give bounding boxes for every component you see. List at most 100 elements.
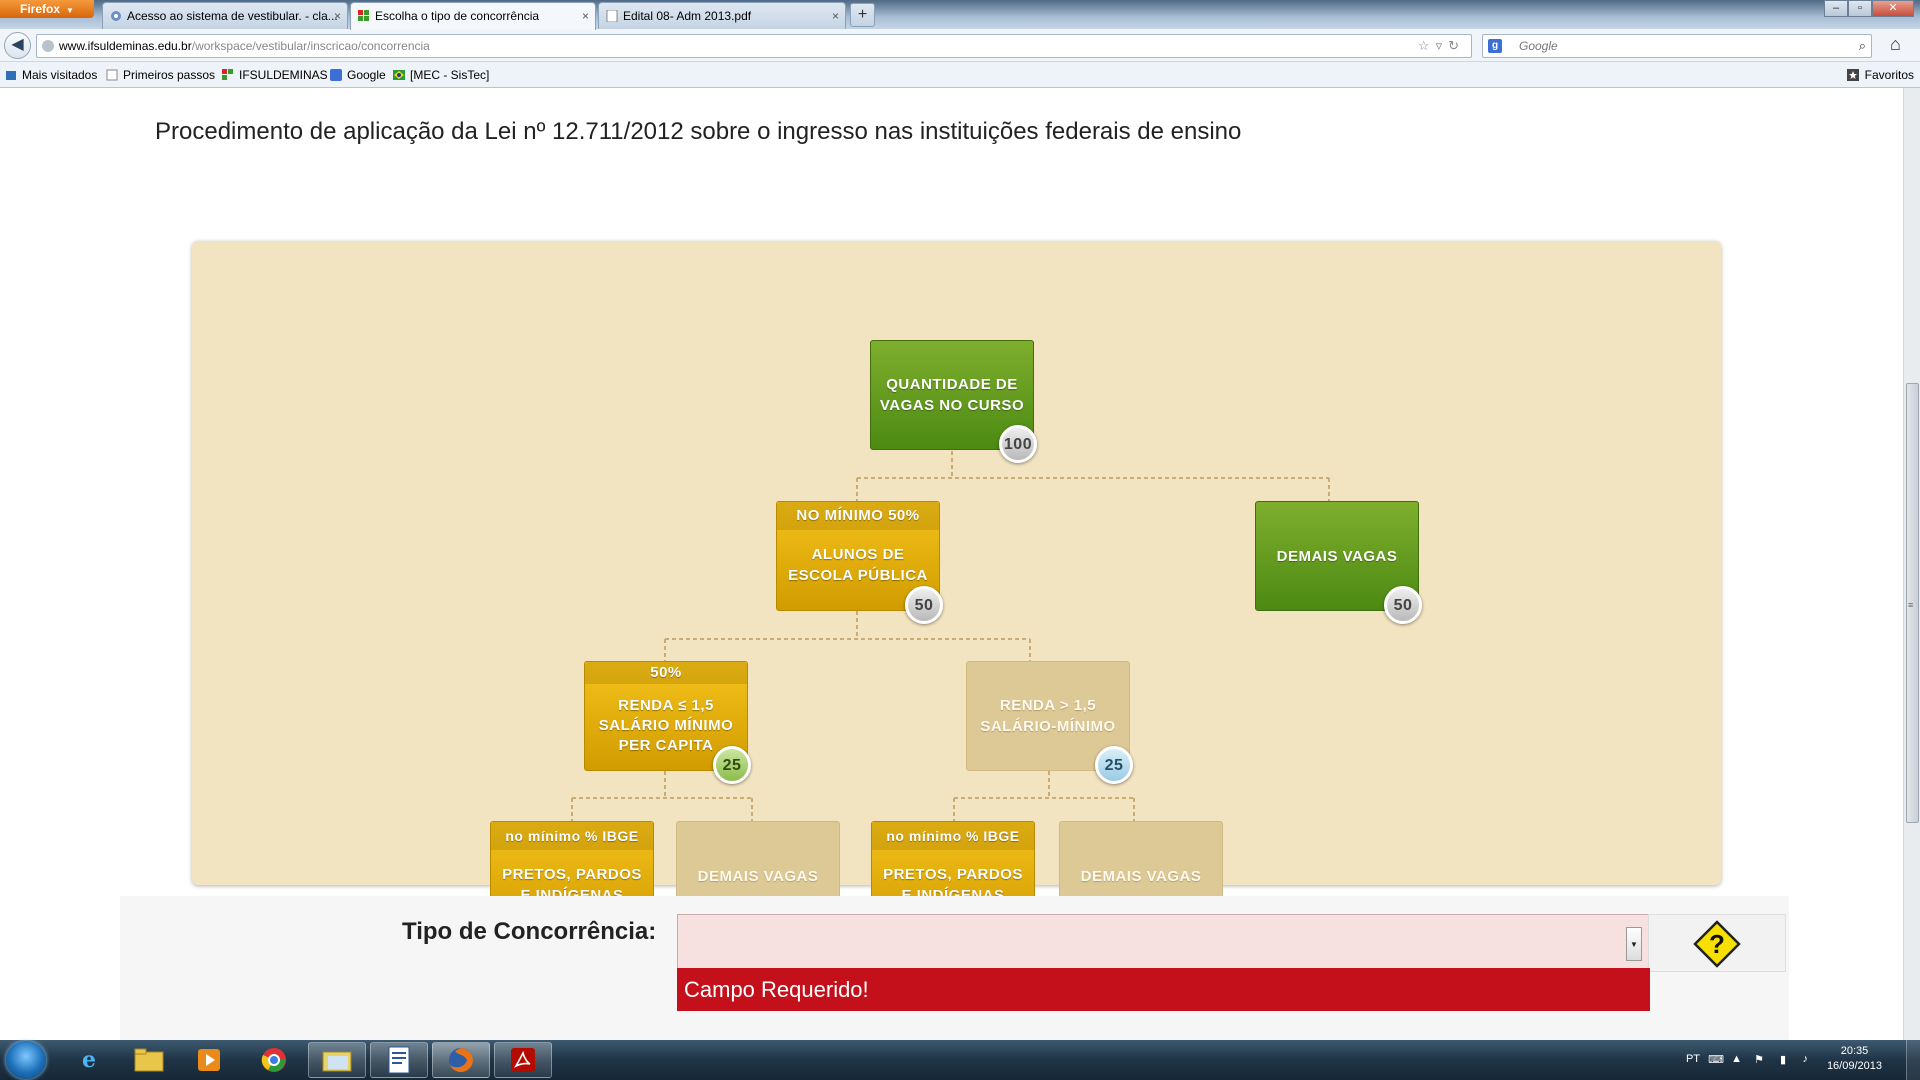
window-controls: – ▫ ✕ (1824, 0, 1914, 17)
node-line: VAGAS NO CURSO (879, 397, 1025, 414)
node-renda-baixa: 50% RENDA ≤ 1,5 SALÁRIO MÍNIMO PER CAPIT… (584, 661, 751, 784)
new-tab-button[interactable]: + (850, 3, 875, 27)
history-dropdown-icon[interactable]: ▿ (1436, 38, 1449, 53)
node-total-vagas: QUANTIDADE DE VAGAS NO CURSO 100 (870, 340, 1037, 463)
required-field-error: Campo Requerido! (677, 968, 1650, 1011)
search-placeholder: Google (1519, 39, 1558, 53)
tab-vestibular-access[interactable]: Acesso ao sistema de vestibular. - cla..… (102, 2, 348, 29)
windows-taskbar: e PT ⌨ ▲ ⚑ ▮ ♪ 20:35 16/09/2013 (0, 1040, 1920, 1080)
node-line: DEMAIS VAGAS (697, 867, 819, 885)
clock[interactable]: 20:35 16/09/2013 (1827, 1044, 1882, 1074)
bookmarks-toolbar: Mais visitados Primeiros passos IFSULDEM… (0, 62, 1920, 88)
site-identity-icon[interactable] (42, 40, 54, 52)
search-icon[interactable]: ⌕ (1859, 35, 1866, 57)
node-line: SALÁRIO-MÍNIMO (980, 718, 1116, 735)
tab-escolha-concorrencia[interactable]: Escolha o tipo de concorrência × (350, 2, 596, 30)
node-renda-alta: RENDA > 1,5 SALÁRIO-MÍNIMO 25 (966, 661, 1133, 784)
network-icon[interactable]: ▮ (1780, 1053, 1786, 1066)
browser-titlebar: Firefox ▼ Acesso ao sistema de vestibular… (0, 0, 1920, 30)
tab-edital-pdf[interactable]: Edital 08- Adm 2013.pdf × (598, 2, 846, 29)
bookmark-label: Google (347, 68, 386, 82)
back-button[interactable]: ◀ (4, 32, 31, 59)
page-viewport: Procedimento de aplicação da Lei nº 12.7… (0, 88, 1903, 1040)
quota-diagram: QUANTIDADE DE VAGAS NO CURSO 100 NO MÍNI… (192, 241, 1721, 944)
navigation-toolbar: ◀ www.ifsuldeminas.edu.br/workspace/vest… (0, 29, 1920, 62)
start-button[interactable] (6, 1041, 46, 1079)
count-badge: 50 (1384, 586, 1422, 624)
bookmark-folder-icon (6, 71, 16, 80)
volume-icon[interactable]: ♪ (1803, 1053, 1809, 1065)
taskbar-explorer[interactable] (120, 1042, 178, 1078)
chrome-icon (261, 1048, 286, 1072)
bookmark-star-icon[interactable]: ☆ (1418, 38, 1436, 53)
folder-icon (322, 1051, 352, 1072)
node-body: ALUNOS DE ESCOLA PÚBLICA (788, 544, 928, 586)
close-tab-icon[interactable]: × (832, 3, 839, 29)
count-badge: 50 (905, 586, 943, 624)
url-path: /workspace/vestibular/inscricao/concorre… (191, 39, 430, 53)
google-engine-icon[interactable]: g (1488, 39, 1502, 53)
tab-title: Edital 08- Adm 2013.pdf (623, 9, 752, 23)
search-bar[interactable]: g Google ⌕ (1482, 34, 1872, 58)
node-header: 50% (585, 662, 747, 684)
keyboard-icon[interactable]: ⌨ (1708, 1053, 1724, 1066)
ifsuldeminas-icon (222, 69, 233, 80)
address-bar[interactable]: www.ifsuldeminas.edu.br/workspace/vestib… (36, 34, 1472, 58)
taskbar-chrome[interactable] (245, 1042, 303, 1078)
show-desktop-button[interactable] (1906, 1040, 1920, 1080)
reload-icon[interactable]: ↻ (1448, 38, 1465, 53)
node-line: PRETOS, PARDOS (883, 866, 1023, 883)
favorites-button[interactable]: Favoritos (1846, 62, 1914, 88)
bookmark-ifsuldeminas[interactable]: IFSULDEMINAS (222, 62, 328, 88)
home-icon[interactable]: ⌂ (1890, 34, 1901, 55)
menu-arrow-icon: ▼ (66, 6, 74, 15)
url-domain: www.ifsuldeminas.edu.br (59, 39, 192, 53)
show-hidden-icons-icon[interactable]: ▲ (1731, 1053, 1742, 1065)
bookmark-google[interactable]: Google (330, 62, 386, 88)
minimize-button[interactable]: – (1824, 0, 1848, 17)
gear-favicon-icon (111, 11, 121, 21)
dropdown-arrow-icon[interactable]: ▼ (1626, 927, 1642, 961)
bookmark-page-icon (106, 69, 118, 81)
action-center-flag-icon[interactable]: ⚑ (1754, 1053, 1764, 1066)
taskbar-firefox[interactable] (432, 1042, 490, 1078)
close-window-button[interactable]: ✕ (1872, 0, 1914, 17)
node-escola-publica: NO MÍNIMO 50% ALUNOS DE ESCOLA PÚBLICA 5… (776, 501, 943, 624)
bookmark-mais-visitados[interactable]: Mais visitados (5, 62, 97, 88)
media-player-icon (198, 1049, 220, 1071)
bookmark-primeiros-passos[interactable]: Primeiros passos (106, 62, 215, 88)
favorites-star-icon (1846, 69, 1859, 81)
node-line: DEMAIS VAGAS (1276, 547, 1398, 565)
maximize-button[interactable]: ▫ (1848, 0, 1872, 17)
node-line: PRETOS, PARDOS (502, 866, 642, 883)
word-document-icon (388, 1046, 410, 1074)
firefox-menu-button[interactable]: Firefox ▼ (0, 0, 94, 18)
tab-title: Escolha o tipo de concorrência (375, 9, 540, 23)
taskbar-explorer-window[interactable] (308, 1042, 366, 1078)
bookmark-label: IFSULDEMINAS (239, 68, 328, 82)
internet-explorer-icon: e (82, 1047, 96, 1073)
vertical-scrollbar[interactable]: ≡ (1903, 88, 1920, 1040)
help-icon[interactable]: ? (1693, 920, 1741, 968)
node-line: ALUNOS DE (811, 546, 905, 563)
help-symbol: ? (1709, 929, 1725, 959)
close-tab-icon[interactable]: × (334, 3, 341, 29)
taskbar-ie[interactable]: e (60, 1042, 118, 1078)
bookmark-mec-sistec[interactable]: [MEC - SisTec] (393, 62, 489, 88)
count-badge: 100 (999, 425, 1037, 463)
taskbar-adobe-reader[interactable] (494, 1042, 552, 1078)
taskbar-media-player[interactable] (180, 1042, 238, 1078)
language-indicator[interactable]: PT (1686, 1053, 1700, 1065)
node-line: ESCOLA PÚBLICA (788, 567, 928, 584)
favorites-label: Favoritos (1864, 68, 1914, 82)
node-line: PER CAPITA (618, 737, 714, 754)
close-tab-icon[interactable]: × (582, 3, 589, 29)
concorrencia-select[interactable]: ▼ (677, 914, 1649, 968)
scrollbar-grip-icon: ≡ (1908, 600, 1914, 610)
count-badge: 25 (713, 746, 751, 784)
url-action-icons: ☆▿↻ (1418, 35, 1465, 57)
taskbar-word[interactable] (370, 1042, 428, 1078)
concorrencia-label: Tipo de Concorrência: (402, 918, 657, 945)
adobe-reader-icon (511, 1048, 535, 1072)
back-arrow-icon: ◀ (11, 36, 24, 53)
